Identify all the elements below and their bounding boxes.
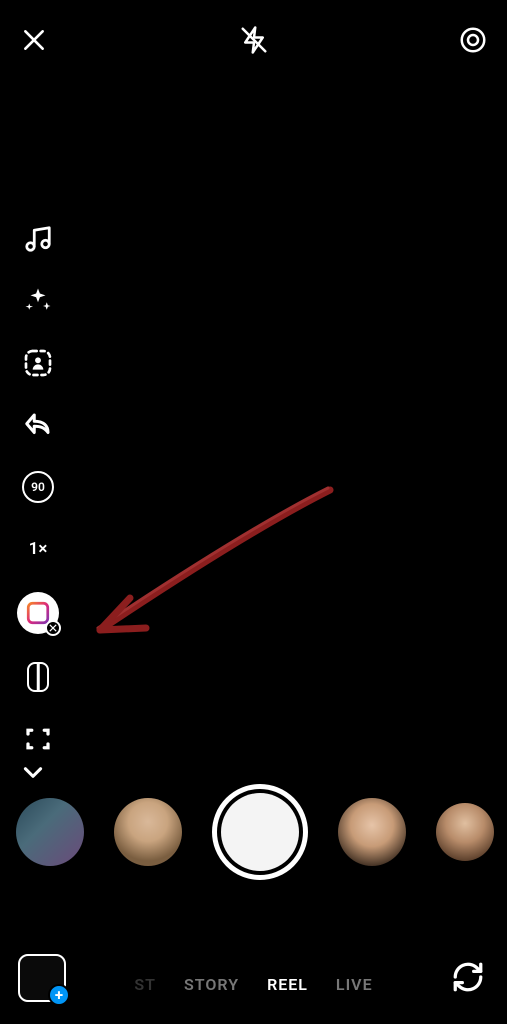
effect-gradient[interactable] — [16, 798, 84, 866]
effect-face-2[interactable] — [338, 798, 406, 866]
mode-post[interactable]: ST — [134, 975, 156, 994]
settings-gear-icon[interactable] — [457, 24, 489, 56]
annotation-arrow-icon — [70, 480, 340, 650]
close-icon[interactable] — [18, 24, 50, 56]
side-toolbar: 90 1× — [14, 220, 62, 758]
camera-modes[interactable]: ST STORY REEL LIVE — [70, 975, 437, 994]
duration-value: 90 — [31, 480, 45, 494]
mode-reel[interactable]: REEL — [267, 975, 308, 994]
switch-camera-icon[interactable] — [447, 956, 489, 998]
plus-badge-icon: + — [48, 984, 70, 1006]
shutter-inner — [221, 793, 299, 871]
layout-button[interactable] — [17, 592, 59, 634]
music-icon[interactable] — [19, 220, 57, 258]
person-cutout-icon[interactable] — [19, 344, 57, 382]
effects-carousel[interactable] — [0, 782, 507, 882]
reply-arrow-icon[interactable] — [19, 406, 57, 444]
duration-button[interactable]: 90 — [19, 468, 57, 506]
flash-off-icon[interactable] — [238, 24, 270, 56]
align-icon[interactable] — [19, 720, 57, 758]
layout-close-badge-icon — [45, 620, 61, 636]
mode-story[interactable]: STORY — [184, 975, 239, 994]
shutter-button[interactable] — [212, 784, 308, 880]
speed-value: 1× — [29, 539, 48, 559]
mode-live[interactable]: LIVE — [336, 975, 373, 994]
effect-face-1[interactable] — [114, 798, 182, 866]
sparkles-icon[interactable] — [19, 282, 57, 320]
gallery-button[interactable]: + — [18, 954, 66, 1002]
effect-face-3[interactable] — [436, 803, 494, 861]
collapse-chevron-icon[interactable] — [14, 760, 52, 784]
top-bar — [0, 0, 507, 80]
speed-button[interactable]: 1× — [19, 530, 57, 568]
dual-icon[interactable] — [19, 658, 57, 696]
